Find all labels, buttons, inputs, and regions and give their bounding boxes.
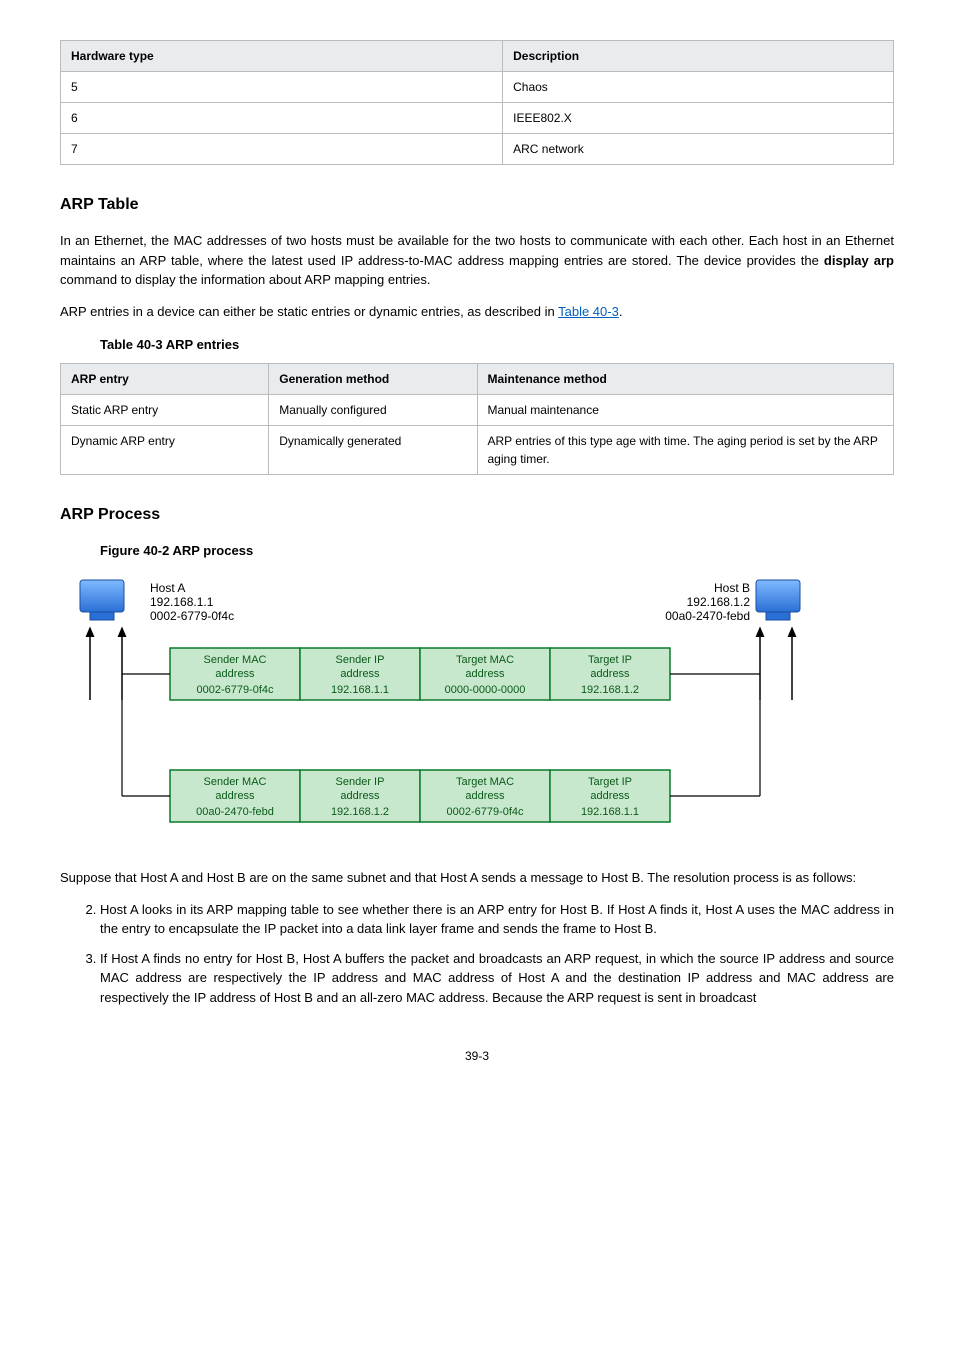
figure-arp-process: Host A 192.168.1.1 0002-6779-0f4c Host B… (60, 570, 894, 840)
svg-text:00a0-2470-febd: 00a0-2470-febd (196, 806, 274, 818)
svg-text:192.168.1.2: 192.168.1.2 (581, 684, 639, 696)
paragraph-arp-process-intro: Suppose that Host A and Host B are on th… (60, 868, 894, 888)
svg-text:Target MAC: Target MAC (456, 654, 514, 666)
host-a-name: Host A (150, 581, 185, 595)
svg-text:Sender IP: Sender IP (336, 654, 385, 666)
table2-header-entry: ARP entry (61, 363, 269, 394)
host-a-icon (80, 580, 124, 620)
svg-text:address: address (590, 668, 630, 680)
table1-header-desc: Description (503, 41, 894, 72)
link-table-40-3[interactable]: Table 40-3 (558, 304, 619, 319)
table1-header-type: Hardware type (61, 41, 503, 72)
svg-text:address: address (215, 668, 255, 680)
host-a-ip: 192.168.1.1 (150, 595, 214, 609)
host-b-mac: 00a0-2470-febd (665, 609, 750, 623)
table2-header-maint: Maintenance method (477, 363, 894, 394)
svg-text:Target MAC: Target MAC (456, 776, 514, 788)
svg-text:0002-6779-0f4c: 0002-6779-0f4c (446, 806, 524, 818)
packet-reply-row: Sender MAC address 00a0-2470-febd Sender… (170, 770, 670, 822)
table-row: 5 Chaos (61, 72, 894, 103)
list-item-step3: If Host A finds no entry for Host B, Hos… (100, 949, 894, 1008)
ordered-list-steps: Host A looks in its ARP mapping table to… (80, 900, 894, 1008)
page-number: 39-3 (60, 1047, 894, 1065)
svg-text:192.168.1.1: 192.168.1.1 (581, 806, 639, 818)
svg-text:address: address (590, 790, 630, 802)
caption-table-40-3: Table 40-3 ARP entries (100, 335, 894, 355)
table-arp-entries: ARP entry Generation method Maintenance … (60, 363, 894, 475)
host-b-icon (756, 580, 800, 620)
table-row: Static ARP entry Manually configured Man… (61, 394, 894, 425)
table-row: 6 IEEE802.X (61, 103, 894, 134)
table-hardware-types: Hardware type Description 5 Chaos 6 IEEE… (60, 40, 894, 165)
host-a-mac: 0002-6779-0f4c (150, 609, 234, 623)
heading-arp-table: ARP Table (60, 193, 894, 217)
svg-text:192.168.1.2: 192.168.1.2 (331, 806, 389, 818)
heading-arp-process: ARP Process (60, 503, 894, 527)
svg-text:Target IP: Target IP (588, 776, 632, 788)
svg-text:0002-6779-0f4c: 0002-6779-0f4c (196, 684, 274, 696)
svg-text:192.168.1.1: 192.168.1.1 (331, 684, 389, 696)
table-row: Dynamic ARP entry Dynamically generated … (61, 425, 894, 474)
host-b-ip: 192.168.1.2 (687, 595, 751, 609)
paragraph-arp-entries-ref: ARP entries in a device can either be st… (60, 302, 894, 322)
table2-header-gen: Generation method (269, 363, 477, 394)
paragraph-arp-table-intro: In an Ethernet, the MAC addresses of two… (60, 231, 894, 290)
svg-text:address: address (340, 790, 380, 802)
packet-request-row: Sender MAC address 0002-6779-0f4c Sender… (170, 648, 670, 700)
table-row: 7 ARC network (61, 134, 894, 165)
list-item-step2: Host A looks in its ARP mapping table to… (100, 900, 894, 939)
svg-text:Target IP: Target IP (588, 654, 632, 666)
host-b-name: Host B (714, 581, 750, 595)
svg-text:Sender MAC: Sender MAC (204, 776, 267, 788)
svg-text:address: address (340, 668, 380, 680)
svg-text:Sender IP: Sender IP (336, 776, 385, 788)
caption-figure-40-2: Figure 40-2 ARP process (100, 541, 894, 561)
svg-text:address: address (215, 790, 255, 802)
svg-text:Sender MAC: Sender MAC (204, 654, 267, 666)
command-display-arp: display arp (824, 253, 894, 268)
svg-text:address: address (465, 668, 505, 680)
svg-text:0000-0000-0000: 0000-0000-0000 (445, 684, 526, 696)
svg-text:address: address (465, 790, 505, 802)
